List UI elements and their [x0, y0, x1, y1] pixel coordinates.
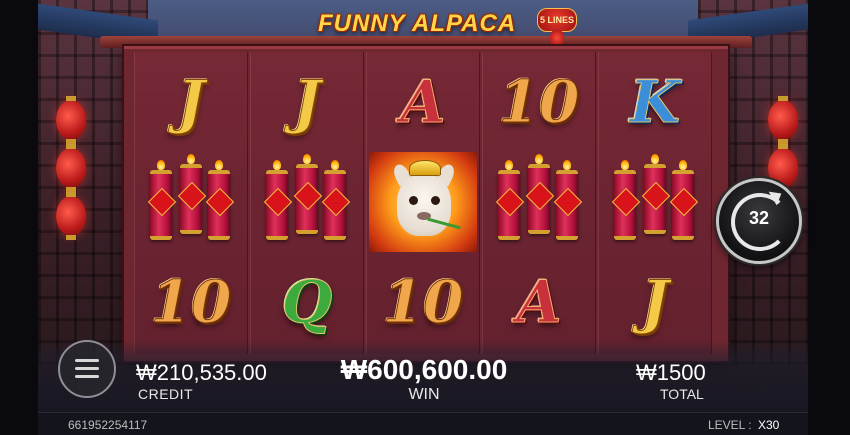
symbol-q: Q	[251, 252, 363, 352]
menu-icon	[75, 375, 99, 378]
level-label: LEVEL :	[708, 418, 752, 432]
symbol-firecrackers	[599, 152, 711, 252]
symbol-j: J	[599, 252, 711, 352]
menu-icon	[75, 367, 99, 370]
symbol-k: K	[599, 52, 711, 152]
alpaca-hat-icon	[409, 160, 441, 176]
credit-label: CREDIT	[138, 386, 194, 402]
alpaca-eye-icon	[431, 196, 440, 205]
auto-spin-count: 32	[748, 208, 770, 228]
win-amount: ₩600,600.00	[340, 354, 508, 385]
game-title: FUNNY ALPACA	[318, 10, 517, 37]
symbol-letter: J	[293, 68, 321, 136]
symbol-letter: 10	[150, 268, 232, 336]
level-value: X30	[758, 418, 780, 432]
menu-button[interactable]	[58, 340, 116, 398]
game-screen: FUNNY ALPACA 5 LINES J 10 J Q A 10 10 A …	[0, 0, 850, 435]
round-id: 661952254117	[68, 418, 148, 432]
symbol-10: 10	[483, 52, 595, 152]
lantern-decoration	[56, 192, 86, 240]
symbol-letter: Q	[281, 268, 333, 336]
symbol-letter: J	[641, 268, 669, 336]
symbol-firecrackers	[251, 152, 363, 252]
lines-badge: 5 LINES	[537, 8, 577, 32]
left-letterbox	[0, 0, 38, 435]
firecracker-icon	[494, 154, 584, 244]
logo-lantern-icon	[550, 30, 564, 46]
credit-amount: ₩210,535.00	[136, 360, 267, 385]
reel-2: J Q	[250, 52, 364, 354]
symbol-letter: 10	[382, 268, 464, 336]
lantern-decoration	[768, 96, 798, 144]
symbol-letter: A	[400, 68, 446, 136]
symbol-letter: J	[177, 68, 205, 136]
total-bet-amount[interactable]: ₩1500	[636, 360, 706, 386]
symbol-a: A	[483, 252, 595, 352]
reel-3: A 10	[366, 52, 480, 354]
game-logo: FUNNY ALPACA 5 LINES	[302, 6, 577, 50]
reel-5: K J	[598, 52, 712, 354]
symbol-letter: K	[629, 68, 681, 136]
lantern-decoration	[56, 96, 86, 144]
reel-4: 10 A	[482, 52, 596, 354]
right-letterbox	[808, 0, 850, 435]
alpaca-head-icon	[397, 174, 451, 236]
symbol-letter: 10	[498, 68, 580, 136]
symbol-a: A	[367, 52, 479, 152]
symbol-j: J	[251, 52, 363, 152]
symbol-10: 10	[135, 252, 247, 352]
symbol-firecrackers	[135, 152, 247, 252]
symbol-10: 10	[367, 252, 479, 352]
win-label: WIN	[408, 386, 440, 403]
status-bar: 661952254117 LEVEL : X30	[38, 412, 808, 435]
symbol-firecrackers	[483, 152, 595, 252]
alpaca-wild-symbol	[369, 152, 477, 252]
firecracker-icon	[262, 154, 352, 244]
reel-1: J 10	[134, 52, 248, 354]
firecracker-icon	[610, 154, 700, 244]
total-bet-label: TOTAL	[660, 386, 704, 402]
menu-icon	[75, 359, 99, 362]
alpaca-eye-icon	[409, 196, 418, 205]
lantern-decoration	[56, 144, 86, 192]
firecracker-icon	[146, 154, 236, 244]
symbol-letter: A	[516, 268, 562, 336]
symbol-j: J	[135, 52, 247, 152]
spin-button[interactable]: 32	[716, 178, 802, 264]
